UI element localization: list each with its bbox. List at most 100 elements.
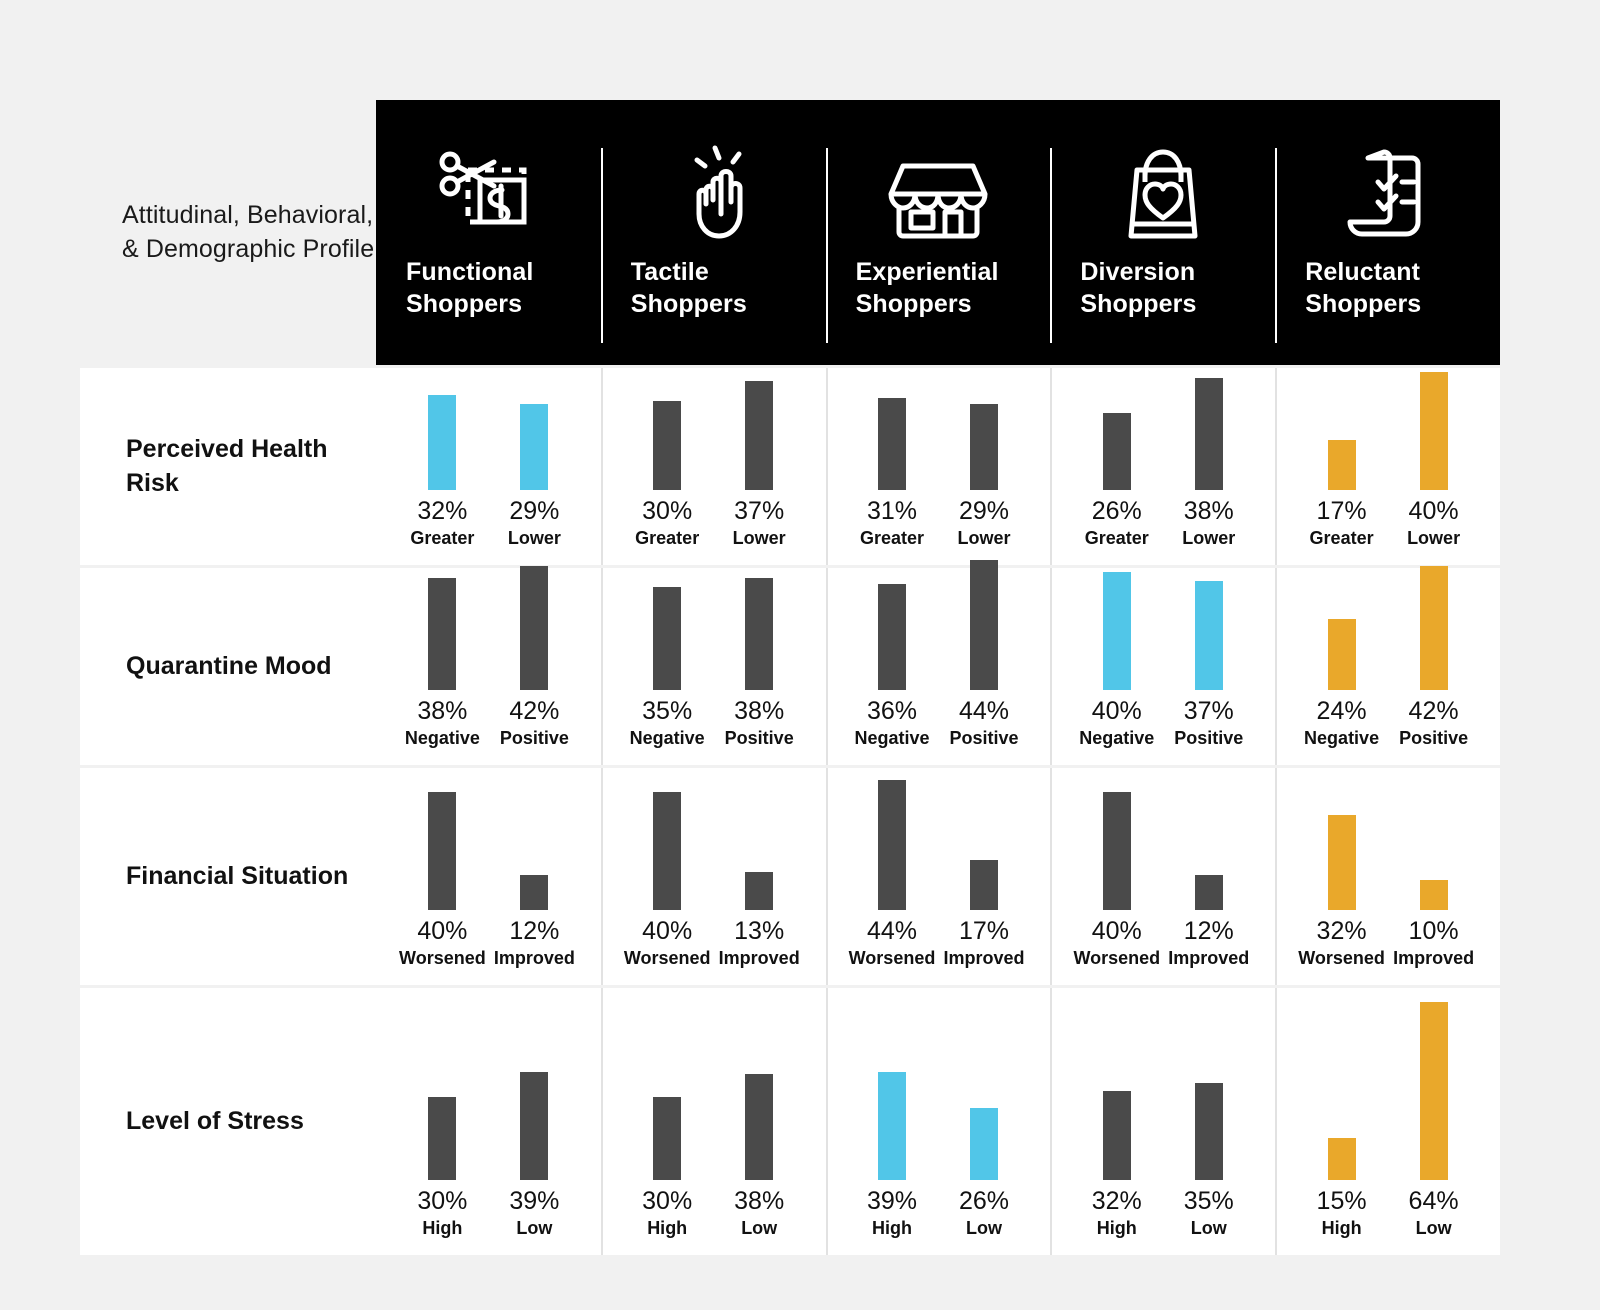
- bar-category-label: Greater: [1309, 528, 1374, 548]
- bar-value-label: 42%: [1408, 697, 1459, 725]
- bar-category-label: Low: [1190, 1218, 1227, 1238]
- bar-pair-item: 29% Lower: [945, 360, 1023, 547]
- data-cell: 40% Worsened 13% Improved: [600, 765, 826, 985]
- bar-pair-item: 10% Improved: [1393, 780, 1475, 968]
- bar-category-label: Low: [1415, 1218, 1452, 1238]
- bar-pair-group: 26% Greater 38% Lower: [1050, 360, 1275, 547]
- bar-value-label: 38%: [734, 697, 785, 725]
- bar-category-label: High: [871, 1218, 912, 1238]
- bar-category-label: Improved: [493, 948, 575, 968]
- bar: [745, 578, 774, 690]
- bar-category-label: Negative: [854, 728, 930, 748]
- column-header-experiential: Experiential Shoppers: [825, 100, 1051, 365]
- bar-pair-item: 40% Worsened: [399, 780, 486, 967]
- bar-track: [495, 560, 573, 690]
- bar-track: [1170, 360, 1248, 490]
- bar-pair-group: 32% Worsened 10% Improved: [1275, 780, 1500, 967]
- bar: [653, 792, 682, 910]
- bar-pair-item: 26% Greater: [1078, 360, 1156, 547]
- header-divider: [1275, 148, 1278, 343]
- bar: [745, 1074, 774, 1180]
- bar: [653, 401, 682, 490]
- bar: [969, 560, 998, 690]
- bar-category-label: Improved: [1168, 948, 1250, 968]
- bar: [520, 1072, 549, 1180]
- column-name-line2: Shoppers: [630, 290, 747, 318]
- column-name-line1: Tactile: [630, 258, 709, 286]
- bar-track: [1395, 560, 1473, 690]
- bar-category-label: Lower: [732, 528, 786, 548]
- column-name-line1: Functional: [406, 258, 534, 286]
- bar-track: [1078, 560, 1156, 690]
- bar: [520, 566, 549, 690]
- bar-value-label: 37%: [734, 497, 785, 525]
- bar-category-label: Positive: [1399, 728, 1469, 748]
- bar-value-label: 44%: [958, 697, 1009, 725]
- bar-value-label: 13%: [734, 917, 785, 945]
- bar-category-label: Greater: [635, 528, 700, 548]
- bar-track: [945, 780, 1023, 910]
- bar-track: [853, 360, 931, 490]
- bar-track: [853, 1002, 931, 1180]
- bar-pair-item: 39% Low: [495, 1002, 573, 1237]
- bar: [520, 875, 549, 910]
- bar-pair-group: 30% High 39% Low: [376, 1002, 601, 1237]
- bar-track: [1303, 360, 1381, 490]
- bar: [1327, 619, 1356, 690]
- data-cell: 31% Greater 29% Lower: [825, 365, 1051, 565]
- bar-pair-group: 38% Negative 42% Positive: [376, 560, 601, 747]
- bar-value-label: 30%: [642, 497, 693, 525]
- shopping-bag-heart-icon: [1050, 142, 1275, 246]
- bar-category-label: Greater: [1084, 528, 1149, 548]
- bar-value-label: 32%: [1091, 1187, 1142, 1215]
- bar-pair-item: 32% Greater: [403, 360, 481, 547]
- bar-pair-item: 30% Greater: [628, 360, 706, 547]
- bar-category-label: Positive: [1174, 728, 1244, 748]
- column-name-line2: Shoppers: [855, 290, 972, 318]
- column-header-label: Functional Shoppers: [376, 256, 601, 320]
- data-cell: 32% Worsened 10% Improved: [1275, 765, 1500, 985]
- bar-pair-item: 42% Positive: [1395, 560, 1473, 747]
- bar-pair-item: 35% Negative: [628, 560, 706, 747]
- bar-category-label: Low: [516, 1218, 553, 1238]
- bar-pair-item: 26% Low: [945, 1002, 1023, 1237]
- column-name-line1: Experiential: [855, 258, 999, 286]
- bar-track: [403, 1002, 481, 1180]
- bar-value-label: 31%: [866, 497, 917, 525]
- bar-value-label: 29%: [958, 497, 1009, 525]
- pointing-finger-icon: [601, 142, 826, 246]
- bar-category-label: Improved: [1393, 948, 1475, 968]
- column-header-tactile: Tactile Shoppers: [600, 100, 826, 365]
- column-header-label: Experiential Shoppers: [826, 256, 1051, 320]
- bar-value-label: 30%: [417, 1187, 468, 1215]
- bar-pair-item: 32% Worsened: [1298, 780, 1385, 967]
- bar-pair-group: 15% High 64% Low: [1275, 1002, 1500, 1237]
- column-header-label: Diversion Shoppers: [1050, 256, 1275, 320]
- bar-pair-item: 44% Worsened: [849, 780, 935, 967]
- bar: [1102, 792, 1131, 910]
- bar-pair-group: 44% Worsened 17% Improved: [826, 780, 1051, 967]
- bar-category-label: Low: [965, 1218, 1002, 1238]
- bar-pair-item: 44% Positive: [945, 560, 1023, 747]
- bar-category-label: Positive: [949, 728, 1019, 748]
- bar-pair-item: 37% Lower: [720, 360, 798, 547]
- bar: [1194, 1083, 1223, 1180]
- bar-pair-item: 38% Low: [720, 1002, 798, 1237]
- row-label-text: Quarantine Mood: [126, 651, 332, 680]
- bar-category-label: Low: [741, 1218, 778, 1238]
- bar-category-label: Lower: [957, 528, 1011, 548]
- row-label-financial-situation: Financial Situation: [80, 765, 376, 985]
- bar-pair-item: 38% Positive: [720, 560, 798, 747]
- bar: [428, 792, 457, 910]
- bar-category-label: Negative: [1304, 728, 1380, 748]
- bar-category-label: Worsened: [1073, 948, 1161, 968]
- bar-pair-group: 32% Greater 29% Lower: [376, 360, 601, 547]
- header-divider: [825, 148, 828, 343]
- bar-pair-group: 17% Greater 40% Lower: [1275, 360, 1500, 547]
- data-cell: 39% High 26% Low: [825, 985, 1051, 1255]
- bar-track: [1170, 780, 1248, 910]
- bar-pair-group: 30% High 38% Low: [601, 1002, 826, 1237]
- row-label-text: Level of Stress: [126, 1106, 304, 1135]
- bar-track: [1078, 780, 1156, 910]
- bar-track: [1303, 1002, 1381, 1180]
